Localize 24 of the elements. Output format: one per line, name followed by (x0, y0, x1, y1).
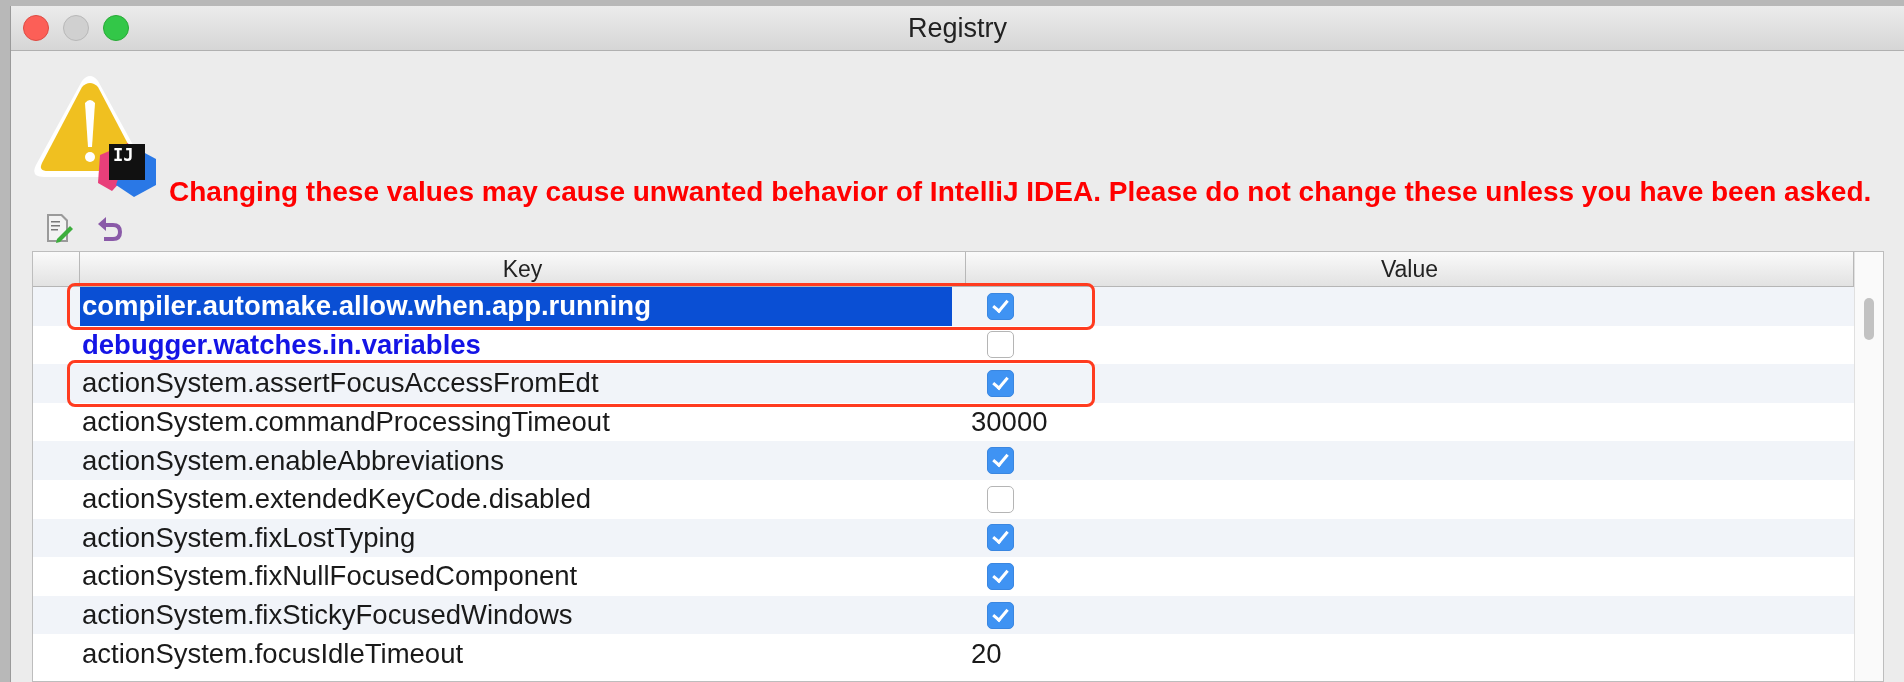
zoom-button[interactable] (103, 15, 129, 41)
registry-value[interactable]: 30000 (971, 406, 1048, 439)
registry-key[interactable]: compiler.automake.allow.when.app.running (80, 287, 952, 326)
checkbox[interactable] (987, 370, 1014, 397)
column-header[interactable]: Key (80, 252, 966, 286)
registry-key[interactable]: actionSystem.extendedKeyCode.disabled (80, 479, 952, 519)
registry-key[interactable]: debugger.watches.in.variables (80, 325, 952, 365)
checkbox[interactable] (987, 485, 1014, 513)
registry-key[interactable]: actionSystem.commandProcessingTimeout (80, 402, 952, 442)
checkbox[interactable] (987, 447, 1014, 475)
warning-message: Changing these values may cause unwanted behavior of IntelliJ IDEA. Please do not change these unless you have been asked. (169, 175, 1872, 209)
registry-key[interactable]: actionSystem.fixNullFocusedComponent (80, 557, 952, 596)
close-button[interactable] (23, 15, 49, 41)
checkbox[interactable] (987, 562, 1014, 590)
registry-key[interactable]: actionSystem.focusIdleTimeout (80, 634, 952, 673)
app-logo: IJ (109, 144, 145, 180)
checkbox[interactable] (987, 292, 1014, 320)
window-title: Registry (908, 12, 1007, 44)
edit-document-icon[interactable] (46, 213, 74, 243)
checkbox[interactable] (987, 601, 1014, 629)
scrollbar-thumb[interactable] (1864, 298, 1874, 340)
registry-value[interactable]: 20 (971, 637, 1002, 670)
checkbox[interactable] (987, 524, 1014, 552)
checkbox[interactable] (987, 331, 1014, 359)
